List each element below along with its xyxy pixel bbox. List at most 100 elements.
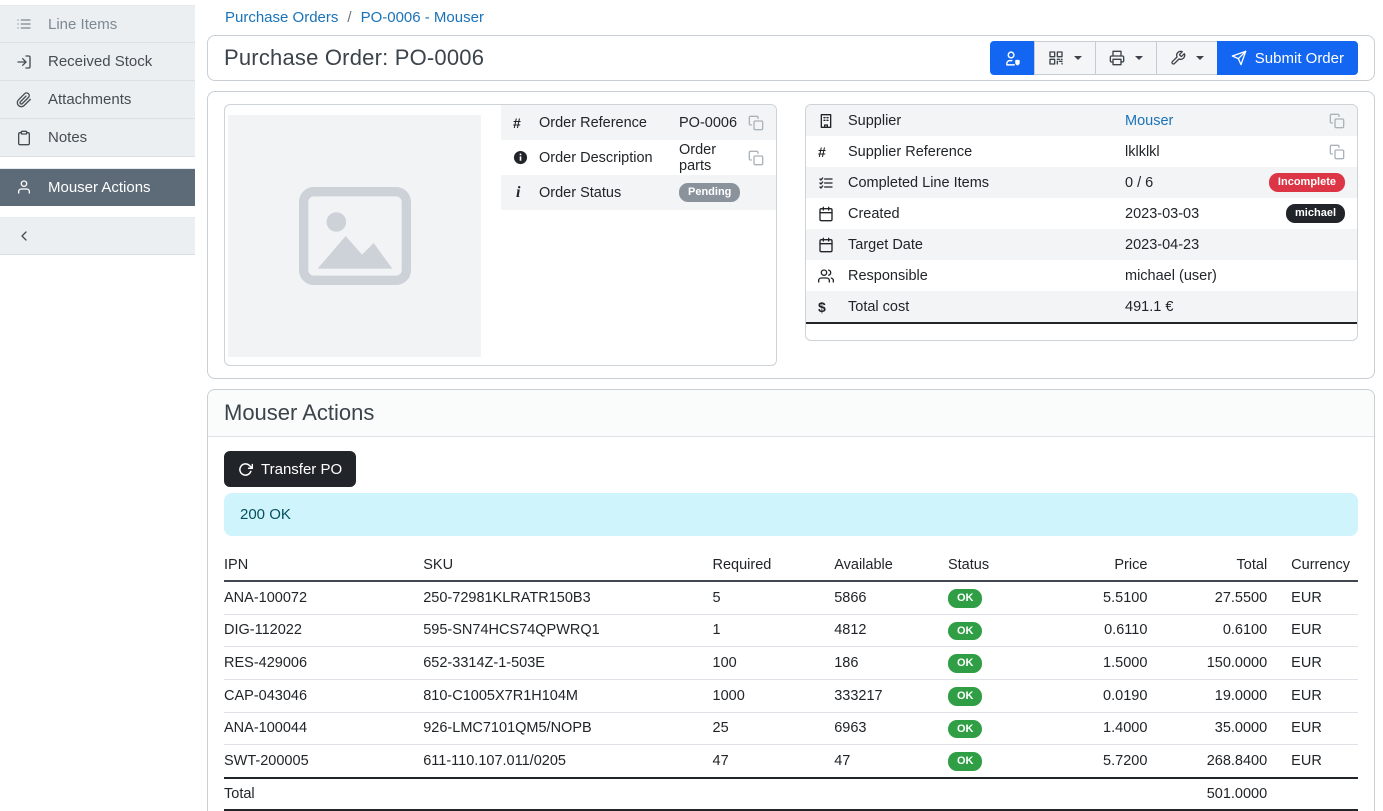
sidebar-plugin-group: Mouser Actions — [0, 168, 195, 206]
detail-label: Order Reference — [539, 115, 679, 131]
send-icon — [1231, 50, 1247, 66]
submit-order-button[interactable]: Submit Order — [1217, 41, 1358, 75]
print-dropdown-button[interactable] — [1095, 41, 1157, 75]
order-summary-card: #Order ReferencePO-0006Order Description… — [224, 104, 777, 366]
supplier-details-table: SupplierMouser#Supplier Referencelklklkl… — [806, 105, 1357, 324]
parts-table-row: DIG-112022595-SN74HCS74QPWRQ114812OK0.61… — [224, 614, 1358, 647]
detail-label: Total cost — [848, 299, 1125, 315]
detail-trail — [1329, 113, 1345, 129]
mouser-actions-title: Mouser Actions — [224, 400, 1358, 426]
detail-label: Created — [848, 206, 1125, 222]
column-header-sku[interactable]: SKU — [423, 550, 712, 581]
currency-cell: EUR — [1275, 647, 1358, 680]
chevron-left-icon — [16, 228, 32, 244]
parts-table-row: ANA-100072250-72981KLRATR150B355866OK5.5… — [224, 581, 1358, 614]
available-cell: 186 — [834, 647, 948, 680]
detail-row-created: Created2023-03-03michael — [806, 198, 1357, 229]
detail-value-cell: 2023-03-03 — [1125, 206, 1286, 222]
app-root: Line Items Received StockAttachments Notes… — [0, 0, 1383, 794]
sidebar-item-attachments[interactable]: Attachments — [0, 81, 195, 119]
copy-icon[interactable] — [1329, 144, 1345, 160]
transfer-po-button[interactable]: Transfer PO — [224, 451, 356, 487]
status-cell: OK — [948, 614, 1056, 647]
parts-table-row: SWT-200005611-110.107.011/02054747OK5.72… — [224, 745, 1358, 778]
header-action-buttons: Submit Order — [990, 41, 1358, 75]
sign-in-icon — [16, 54, 32, 70]
column-header-ipn[interactable]: IPN — [224, 550, 423, 581]
refresh-icon — [238, 462, 253, 477]
total-cell: 27.5500 — [1155, 581, 1275, 614]
building-icon — [818, 113, 848, 129]
page-title: Purchase Order: PO-0006 — [224, 45, 484, 71]
sidebar-main-group: Line Items Received StockAttachments Notes — [0, 5, 195, 157]
breadcrumb-link-purchase-orders[interactable]: Purchase Orders — [225, 9, 338, 26]
detail-value-cell: 491.1 € — [1125, 299, 1345, 315]
order-image-placeholder — [228, 115, 481, 357]
column-header-status[interactable]: Status — [948, 550, 1056, 581]
sidebar-item-line-items[interactable]: Line Items — [0, 5, 195, 43]
supplier-user-button[interactable] — [990, 41, 1035, 75]
price-cell: 1.5000 — [1056, 647, 1156, 680]
sidebar-item-received-stock[interactable]: Received Stock — [0, 43, 195, 81]
paperclip-icon — [16, 92, 32, 108]
column-header-currency[interactable]: Currency — [1275, 550, 1358, 581]
calendar-icon — [818, 206, 848, 222]
ipn-cell: RES-429006 — [224, 647, 423, 680]
breadcrumb-link-current-order[interactable]: PO-0006 - Mouser — [361, 9, 484, 26]
required-cell: 1000 — [713, 679, 835, 712]
ipn-cell: SWT-200005 — [224, 745, 423, 778]
currency-cell: EUR — [1275, 581, 1358, 614]
hash-icon: # — [818, 144, 848, 160]
detail-value-cell: michael (user) — [1125, 268, 1345, 284]
copy-icon[interactable] — [1329, 113, 1345, 129]
sidebar-item-mouser-actions[interactable]: Mouser Actions — [0, 168, 195, 206]
required-cell: 47 — [713, 745, 835, 778]
supplier-link[interactable]: Mouser — [1125, 113, 1173, 129]
column-header-total[interactable]: Total — [1155, 550, 1275, 581]
barcode-dropdown-button[interactable] — [1034, 41, 1096, 75]
parts-table-row: CAP-043046810-C1005X7R1H104M1000333217OK… — [224, 679, 1358, 712]
qr-code-icon — [1048, 50, 1064, 66]
detail-label: Supplier — [848, 113, 1125, 129]
parts-table-row: RES-429006652-3314Z-1-503E100186OK1.5000… — [224, 647, 1358, 680]
user-shield-icon — [1004, 50, 1021, 67]
available-cell: 6963 — [834, 712, 948, 745]
mouser-actions-body: Transfer PO 200 OK IPNSKURequiredAvailab… — [208, 437, 1374, 811]
detail-value: PO-0006 — [679, 115, 737, 131]
total-cell: 0.6100 — [1155, 614, 1275, 647]
parts-table: IPNSKURequiredAvailableStatusPriceTotalC… — [224, 550, 1358, 811]
total-cell: 35.0000 — [1155, 712, 1275, 745]
copy-icon[interactable] — [748, 115, 764, 131]
sku-cell: 810-C1005X7R1H104M — [423, 679, 712, 712]
parts-table-row: ANA-100044926-LMC7101QM5/NOPB256963OK1.4… — [224, 712, 1358, 745]
supplier-details-card: SupplierMouser#Supplier Referencelklklkl… — [805, 104, 1358, 341]
sidebar-collapse-button[interactable] — [0, 217, 195, 255]
column-header-price[interactable]: Price — [1056, 550, 1156, 581]
order-details-panel: # Order ReferencePO-0006 Order Description… — [207, 91, 1375, 379]
order-details-table: #Order ReferencePO-0006Order Description… — [501, 105, 776, 365]
sidebar-collapse-group — [0, 217, 195, 255]
sidebar-item-label: Line Items — [48, 16, 117, 33]
breadcrumb-separator: / — [347, 9, 351, 26]
available-cell: 47 — [834, 745, 948, 778]
detail-row-order-description: Order DescriptionOrder parts — [501, 140, 776, 175]
available-cell: 4812 — [834, 614, 948, 647]
caret-down-icon — [1135, 56, 1143, 60]
clipboard-icon — [16, 130, 32, 146]
detail-row-total-cost: $Total cost491.1 € — [806, 291, 1357, 322]
status-cell: OK — [948, 647, 1056, 680]
sidebar-item-notes[interactable]: Notes — [0, 119, 195, 157]
price-cell: 0.0190 — [1056, 679, 1156, 712]
order-actions-dropdown-button[interactable] — [1156, 41, 1218, 75]
price-cell: 0.6110 — [1056, 614, 1156, 647]
detail-value-cell: Pending — [679, 183, 764, 202]
detail-value-cell: 0 / 6 — [1125, 175, 1269, 191]
copy-icon[interactable] — [748, 150, 764, 166]
detail-trail — [748, 150, 764, 166]
column-header-available[interactable]: Available — [834, 550, 948, 581]
status-alert: 200 OK — [224, 493, 1358, 536]
sidebar-item-label: Notes — [48, 129, 87, 146]
mouser-actions-header: Mouser Actions — [208, 390, 1374, 437]
column-header-required[interactable]: Required — [713, 550, 835, 581]
detail-value-cell: 2023-04-23 — [1125, 237, 1345, 253]
